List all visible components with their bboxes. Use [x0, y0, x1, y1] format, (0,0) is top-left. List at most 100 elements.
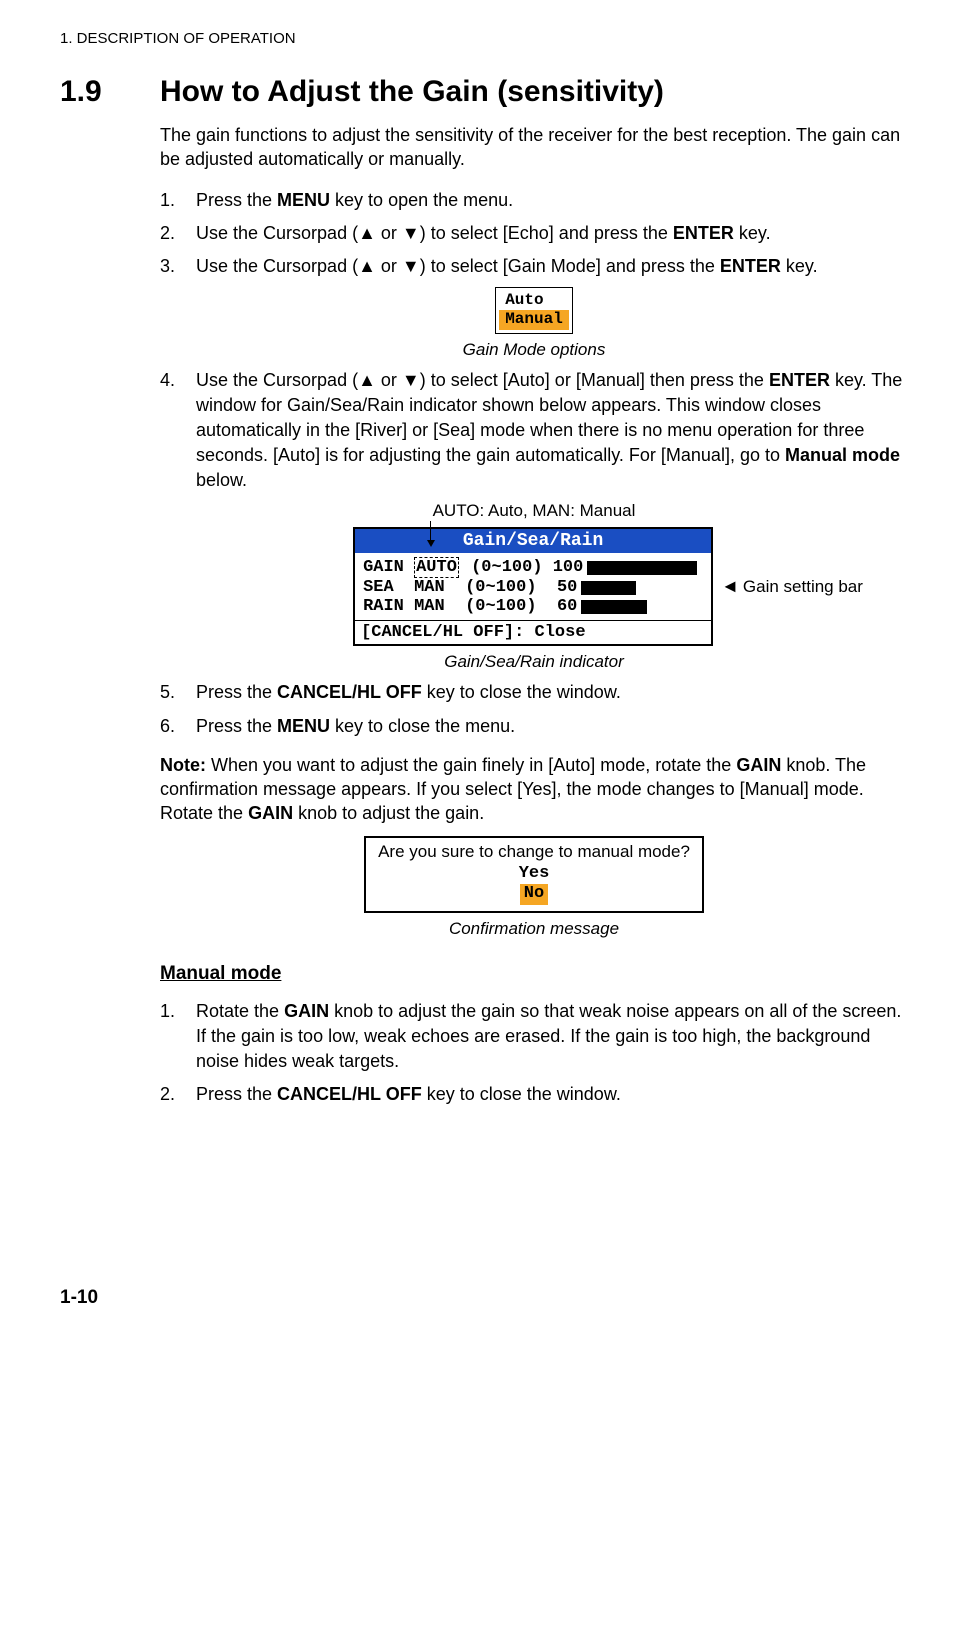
section-heading-row: 1.9 How to Adjust the Gain (sensitivity)	[60, 75, 908, 109]
step-text: Use the Cursorpad (▲ or ▼) to select [Au…	[196, 368, 908, 494]
window-titlebar: Gain/Sea/Rain	[355, 529, 711, 553]
text: knob to adjust the gain.	[293, 803, 484, 823]
arrow-left-icon: ◄	[721, 576, 739, 597]
manual-step-1: 1. Rotate the GAIN knob to adjust the ga…	[160, 999, 908, 1075]
text: ) to select [Auto] or [Manual] then pres…	[420, 370, 769, 390]
key-name: CANCEL/HL OFF	[277, 682, 422, 702]
text: key.	[781, 256, 818, 276]
step-text: Press the CANCEL/HL OFF key to close the…	[196, 1082, 908, 1107]
text: key to close the window.	[422, 1084, 621, 1104]
gain-mode-options-box: Auto Manual	[495, 287, 573, 333]
option-auto: Auto	[499, 291, 569, 310]
figure2-side-callout: ◄ Gain setting bar	[721, 576, 863, 597]
step-5: 5. Press the CANCEL/HL OFF key to close …	[160, 680, 908, 705]
text: Press the	[196, 716, 277, 736]
section-title: How to Adjust the Gain (sensitivity)	[160, 75, 664, 109]
label: RAIN MAN	[363, 597, 455, 616]
up-triangle-icon: ▲	[358, 223, 376, 243]
figure-confirmation: Are you sure to change to manual mode? Y…	[160, 836, 908, 913]
step-6: 6. Press the MENU key to close the menu.	[160, 714, 908, 739]
text: or	[376, 256, 402, 276]
text: key to close the menu.	[330, 716, 515, 736]
window-close-hint: [CANCEL/HL OFF]: Close	[355, 620, 711, 644]
row-gain: GAIN AUTO (0~100) 100	[363, 557, 703, 578]
text: When you want to adjust the gain finely …	[206, 755, 736, 775]
step-number: 3.	[160, 254, 196, 279]
note-lead: Note:	[160, 755, 206, 775]
note-paragraph: Note: When you want to adjust the gain f…	[160, 753, 908, 826]
key-name: ENTER	[769, 370, 830, 390]
text: ) to select [Gain Mode] and press the	[420, 256, 720, 276]
key-name: MENU	[277, 190, 330, 210]
step-text: Press the MENU key to open the menu.	[196, 188, 908, 213]
rain-setting-bar	[581, 600, 647, 614]
figure2-top-callout-wrap: AUTO: Auto, MAN: Manual	[160, 501, 908, 521]
key-name: ENTER	[673, 223, 734, 243]
text: below.	[196, 470, 247, 490]
procedure-list-1b: 4. Use the Cursorpad (▲ or ▼) to select …	[160, 368, 908, 494]
step-number: 1.	[160, 188, 196, 213]
mode-auto-highlighted: AUTO	[414, 557, 459, 578]
procedure-list-1c: 5. Press the CANCEL/HL OFF key to close …	[160, 680, 908, 738]
label: GAIN	[363, 558, 414, 577]
figure-caption: Gain Mode options	[160, 340, 908, 360]
chapter-header: 1. DESCRIPTION OF OPERATION	[60, 30, 908, 47]
sea-setting-bar	[581, 581, 636, 595]
page-number: 1-10	[0, 1287, 908, 1309]
down-triangle-icon: ▼	[402, 256, 420, 276]
value: 60	[557, 597, 577, 616]
figure-caption: Gain/Sea/Rain indicator	[160, 652, 908, 672]
figure-gain-sea-rain: Gain/Sea/Rain GAIN AUTO (0~100) 100 SEA …	[160, 527, 908, 646]
figure-gain-mode-options: Auto Manual	[160, 287, 908, 333]
value: 100	[553, 558, 584, 577]
label: SEA MAN	[363, 578, 455, 597]
knob-name: GAIN	[284, 1001, 329, 1021]
text: ) to select [Echo] and press the	[420, 223, 673, 243]
step-number: 4.	[160, 368, 196, 494]
confirmation-question: Are you sure to change to manual mode?	[378, 842, 690, 862]
down-triangle-icon: ▼	[402, 370, 420, 390]
manual-step-2: 2. Press the CANCEL/HL OFF key to close …	[160, 1082, 908, 1107]
text: Press the	[196, 190, 277, 210]
text: key to close the window.	[422, 682, 621, 702]
step-text: Press the MENU key to close the menu.	[196, 714, 908, 739]
procedure-list-manual: 1. Rotate the GAIN knob to adjust the ga…	[160, 999, 908, 1108]
text: or	[376, 370, 402, 390]
knob-name: GAIN	[248, 803, 293, 823]
section-number: 1.9	[60, 75, 160, 109]
confirmation-dialog: Are you sure to change to manual mode? Y…	[364, 836, 704, 913]
key-name: CANCEL/HL OFF	[277, 1084, 422, 1104]
text: key to open the menu.	[330, 190, 513, 210]
manual-mode-heading: Manual mode	[160, 963, 908, 985]
callout-pointer-line	[430, 521, 431, 545]
side-callout-text: Gain setting bar	[743, 577, 863, 597]
knob-name: GAIN	[736, 755, 781, 775]
figure2-top-callout: AUTO: Auto, MAN: Manual	[433, 501, 636, 520]
range: (0~100)	[455, 578, 557, 597]
text: Press the	[196, 1084, 277, 1104]
ref-manual-mode: Manual mode	[785, 445, 900, 465]
range: (0~100)	[461, 558, 553, 577]
step-number: 2.	[160, 1082, 196, 1107]
step-number: 6.	[160, 714, 196, 739]
step-number: 1.	[160, 999, 196, 1075]
gain-setting-bar	[587, 561, 697, 575]
figure-caption: Confirmation message	[160, 919, 908, 939]
step-text: Use the Cursorpad (▲ or ▼) to select [Ec…	[196, 221, 908, 246]
step-4: 4. Use the Cursorpad (▲ or ▼) to select …	[160, 368, 908, 494]
step-3: 3. Use the Cursorpad (▲ or ▼) to select …	[160, 254, 908, 279]
text: or	[376, 223, 402, 243]
text: key.	[734, 223, 771, 243]
step-2: 2. Use the Cursorpad (▲ or ▼) to select …	[160, 221, 908, 246]
option-manual-highlighted: Manual	[499, 310, 569, 329]
confirmation-options: Yes No	[378, 864, 690, 905]
down-triangle-icon: ▼	[402, 223, 420, 243]
up-triangle-icon: ▲	[358, 256, 376, 276]
row-sea: SEA MAN (0~100) 50	[363, 578, 703, 597]
step-1: 1. Press the MENU key to open the menu.	[160, 188, 908, 213]
option-yes: Yes	[378, 864, 690, 884]
text: Press the	[196, 682, 277, 702]
value: 50	[557, 578, 577, 597]
text: Use the Cursorpad (	[196, 223, 358, 243]
procedure-list-1: 1. Press the MENU key to open the menu. …	[160, 188, 908, 280]
